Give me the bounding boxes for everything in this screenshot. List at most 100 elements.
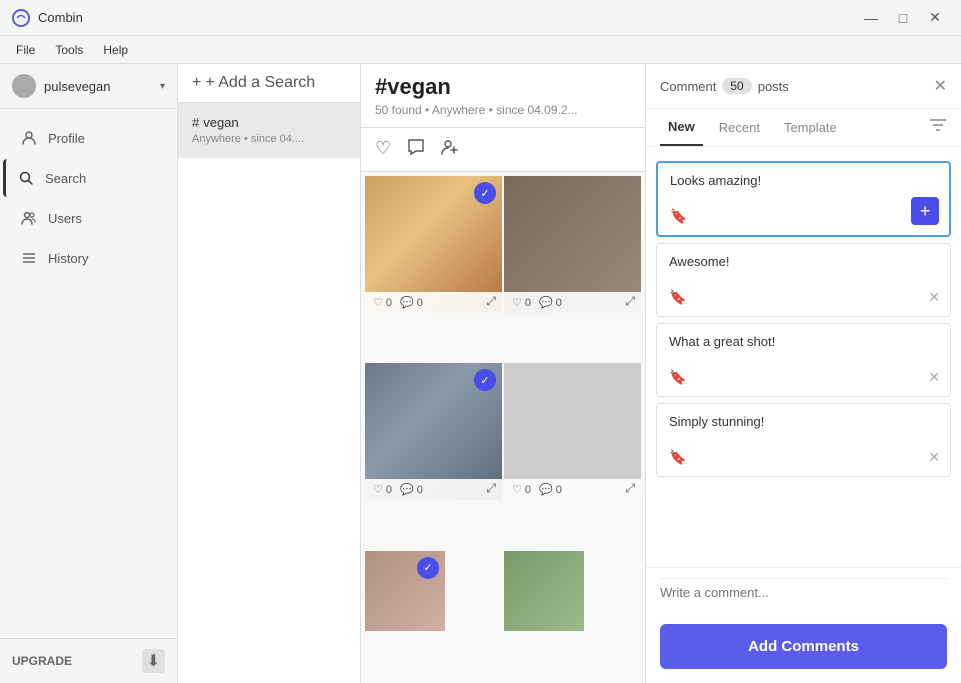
like-action-icon[interactable]: ♡ [375, 138, 391, 161]
comment-actions-row: 🔖 [669, 289, 938, 306]
sidebar-bottom: UPGRADE ⬇ [0, 638, 177, 683]
add-comments-button[interactable]: Add Comments [660, 624, 947, 669]
delete-comment-button[interactable]: ✕ [928, 449, 940, 466]
posts-title: #vegan [375, 74, 631, 100]
comment-list: Looks amazing! 🔖 + Awesome! 🔖 ✕ What a g… [646, 147, 961, 567]
sidebar-item-profile[interactable]: Profile [6, 119, 171, 157]
tab-new[interactable]: New [660, 109, 703, 146]
bookmark-icon[interactable]: 🔖 [669, 449, 686, 466]
expand-icon[interactable]: ⤢ [625, 481, 635, 496]
profile-icon [20, 129, 38, 147]
comment-header-posts: posts [758, 79, 934, 94]
menu-help[interactable]: Help [95, 41, 136, 59]
sidebar-label-profile: Profile [48, 131, 85, 146]
posts-grid: ✓ ♡ 0 💬 0 ⤢ ♡ 0 💬 0 ⤢ ✓ ♡ 0 [361, 172, 645, 683]
comment-actions-row: 🔖 [670, 208, 937, 225]
tab-recent[interactable]: Recent [711, 110, 768, 145]
post-cell[interactable] [504, 551, 584, 631]
close-panel-button[interactable]: ✕ [934, 76, 947, 96]
expand-icon[interactable]: ⤢ [486, 481, 496, 496]
delete-comment-button[interactable]: ✕ [928, 369, 940, 386]
comment-entry[interactable]: Simply stunning! 🔖 ✕ [656, 403, 951, 477]
comment-text: Awesome! [669, 254, 938, 269]
search-item-subtitle: Anywhere • since 04.... [192, 133, 346, 145]
comment-count-badge: 50 [722, 78, 751, 94]
bookmark-icon[interactable]: 🔖 [669, 289, 686, 306]
add-search-button[interactable]: + + Add a Search [178, 64, 360, 103]
menubar: File Tools Help [0, 36, 961, 64]
posts-actions: ♡ [361, 128, 645, 172]
post-cell[interactable]: ✓ ♡ 0 💬 0 ⤢ [365, 176, 502, 313]
posts-meta: 50 found • Anywhere • since 04.09.2... [375, 103, 631, 117]
comment-text: Simply stunning! [669, 414, 938, 429]
comment-text: Looks amazing! [670, 173, 937, 188]
filter-icon[interactable] [929, 118, 947, 137]
post-footer: ♡ 0 💬 0 ⤢ [504, 292, 641, 313]
post-footer: ♡ 0 💬 0 ⤢ [365, 479, 502, 500]
post-footer: ♡ 0 💬 0 ⤢ [504, 479, 641, 500]
window-controls: — □ ✕ [857, 4, 949, 32]
post-cell[interactable]: ♡ 0 💬 0 ⤢ [504, 363, 641, 500]
post-selected-check: ✓ [474, 369, 496, 391]
posts-panel: #vegan 50 found • Anywhere • since 04.09… [361, 64, 645, 683]
maximize-button[interactable]: □ [889, 4, 917, 32]
follow-action-icon[interactable] [441, 138, 459, 161]
avatar [12, 74, 36, 98]
chevron-down-icon: ▾ [160, 81, 165, 92]
expand-icon[interactable]: ⤢ [486, 294, 496, 309]
download-icon[interactable]: ⬇ [142, 649, 165, 673]
history-icon [20, 249, 38, 267]
comment-actions-row: 🔖 [669, 369, 938, 386]
bookmark-icon[interactable]: 🔖 [670, 208, 687, 225]
like-count: ♡ 0 [373, 296, 392, 309]
comment-header-title: Comment [660, 79, 716, 94]
search-item-title: # vegan [192, 115, 346, 130]
post-footer: ♡ 0 💬 0 ⤢ [365, 292, 502, 313]
sidebar-item-search[interactable]: Search [3, 159, 171, 197]
nav-items: Profile Search [0, 109, 177, 638]
sidebar-item-history[interactable]: History [6, 239, 171, 277]
minimize-button[interactable]: — [857, 4, 885, 32]
comment-entry[interactable]: Looks amazing! 🔖 + [656, 161, 951, 237]
comment-entry[interactable]: Awesome! 🔖 ✕ [656, 243, 951, 317]
tab-template[interactable]: Template [776, 110, 845, 145]
menu-file[interactable]: File [8, 41, 43, 59]
sidebar-item-users[interactable]: Users [6, 199, 171, 237]
search-icon [17, 169, 35, 187]
menu-tools[interactable]: Tools [47, 41, 91, 59]
post-cell[interactable]: ✓ [365, 551, 445, 631]
titlebar: Combin — □ ✕ [0, 0, 961, 36]
expand-icon[interactable]: ⤢ [625, 294, 635, 309]
sidebar-label-history: History [48, 251, 88, 266]
users-icon [20, 209, 38, 227]
bookmark-icon[interactable]: 🔖 [669, 369, 686, 386]
plus-icon: + [192, 74, 201, 92]
comment-tabs: New Recent Template [646, 109, 961, 147]
comment-count: 💬 0 [400, 296, 423, 309]
app-title: Combin [38, 10, 857, 25]
app-body: pulsevegan ▾ Profile [0, 64, 961, 683]
comment-count: 💬 0 [400, 483, 423, 496]
post-selected-check: ✓ [474, 182, 496, 204]
account-switcher[interactable]: pulsevegan ▾ [0, 64, 177, 109]
post-cell[interactable]: ✓ ♡ 0 💬 0 ⤢ [365, 363, 502, 500]
sidebar-label-users: Users [48, 211, 82, 226]
add-comment-button[interactable]: + [911, 197, 939, 225]
comment-count: 💬 0 [539, 483, 562, 496]
searches-panel: + + Add a Search # vegan Anywhere • sinc… [178, 64, 361, 683]
post-cell[interactable]: ♡ 0 💬 0 ⤢ [504, 176, 641, 313]
sidebar: pulsevegan ▾ Profile [0, 64, 178, 683]
delete-comment-button[interactable]: ✕ [928, 289, 940, 306]
sidebar-label-search: Search [45, 171, 86, 186]
upgrade-button[interactable]: UPGRADE [12, 654, 72, 668]
comment-action-icon[interactable] [407, 138, 425, 161]
add-search-label: + Add a Search [205, 74, 315, 92]
search-list-item[interactable]: # vegan Anywhere • since 04.... [178, 103, 360, 158]
close-button[interactable]: ✕ [921, 4, 949, 32]
write-comment-area [646, 567, 961, 616]
comment-header: Comment 50 posts ✕ [646, 64, 961, 109]
like-count: ♡ 0 [512, 296, 531, 309]
comment-entry[interactable]: What a great shot! 🔖 ✕ [656, 323, 951, 397]
like-count: ♡ 0 [373, 483, 392, 496]
write-comment-input[interactable] [660, 578, 947, 606]
